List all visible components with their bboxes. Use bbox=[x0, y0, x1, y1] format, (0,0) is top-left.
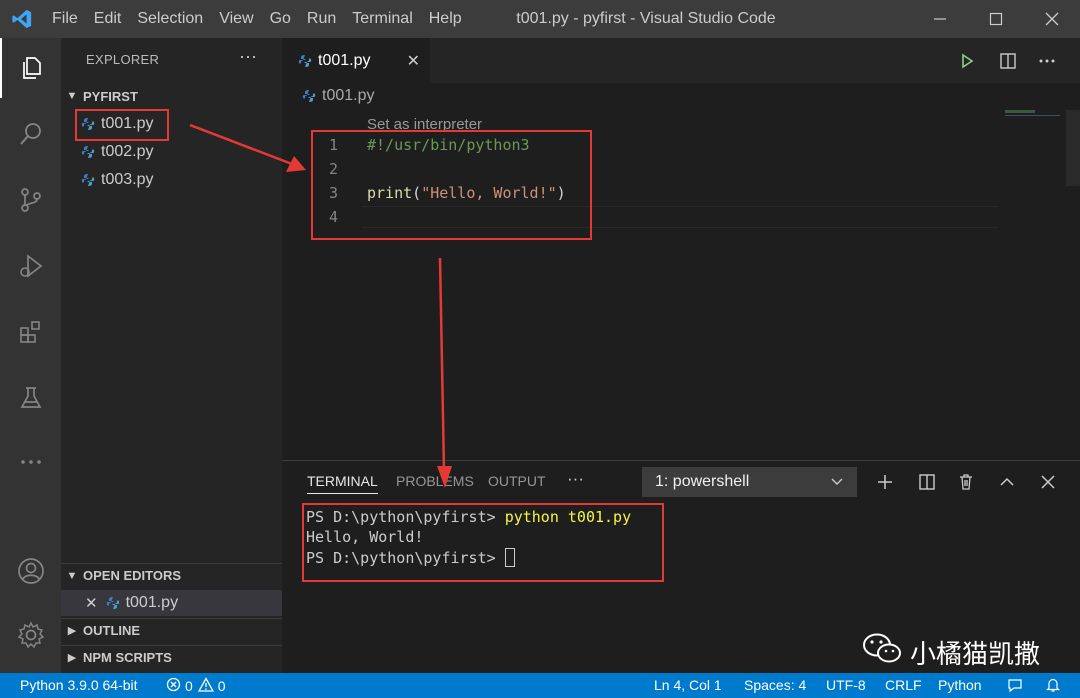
wechat-icon bbox=[862, 632, 902, 673]
outline-title: OUTLINE bbox=[83, 623, 141, 638]
chevron-right-icon: ▶ bbox=[67, 652, 77, 664]
error-count: 0 bbox=[185, 678, 193, 694]
chevron-down-icon: ▼ bbox=[66, 90, 78, 102]
cursor-position-status[interactable]: Ln 4, Col 1 bbox=[654, 677, 722, 693]
annotation-box-code bbox=[311, 130, 592, 240]
vscode-logo-icon bbox=[0, 0, 44, 38]
menu-terminal[interactable]: Terminal bbox=[344, 0, 420, 38]
python-file-icon bbox=[81, 173, 95, 187]
close-icon[interactable]: ✕ bbox=[85, 594, 98, 612]
file-name: t002.py bbox=[101, 143, 154, 160]
chevron-down-icon bbox=[830, 475, 844, 494]
close-panel-icon[interactable] bbox=[1037, 471, 1059, 493]
window-title: t001.py - pyfirst - Visual Studio Code bbox=[516, 10, 776, 27]
python-file-icon bbox=[302, 89, 316, 103]
testing-icon[interactable] bbox=[0, 368, 61, 428]
problems-status[interactable]: 0 0 bbox=[166, 677, 226, 695]
tab-output[interactable]: OUTPUT bbox=[488, 473, 546, 489]
outline-header[interactable]: ▶ OUTLINE bbox=[61, 618, 282, 642]
close-tab-icon[interactable]: ✕ bbox=[407, 51, 420, 71]
menu-bar: File Edit Selection View Go Run Terminal… bbox=[44, 0, 470, 38]
menu-file[interactable]: File bbox=[44, 0, 86, 38]
tab-t001[interactable]: t001.py ✕ bbox=[282, 38, 430, 83]
extensions-icon[interactable] bbox=[0, 302, 61, 362]
tab-problems[interactable]: PROBLEMS bbox=[396, 473, 474, 489]
menu-view[interactable]: View bbox=[211, 0, 261, 38]
more-icon[interactable] bbox=[0, 432, 61, 492]
tab-terminal[interactable]: TERMINAL bbox=[307, 473, 378, 494]
python-file-icon bbox=[106, 596, 120, 610]
close-window-icon[interactable] bbox=[1024, 0, 1080, 38]
annotation-box-terminal bbox=[302, 503, 664, 582]
watermark-text: 小橘猫凯撒 bbox=[910, 639, 1041, 669]
feedback-icon[interactable] bbox=[1007, 677, 1023, 693]
menu-edit[interactable]: Edit bbox=[86, 0, 130, 38]
python-interpreter-status[interactable]: Python 3.9.0 64-bit bbox=[20, 677, 138, 693]
menu-selection[interactable]: Selection bbox=[129, 0, 211, 38]
folder-header-pyfirst[interactable]: ▼ PYFIRST bbox=[61, 84, 282, 108]
window-controls bbox=[912, 0, 1080, 38]
explorer-more-button[interactable]: ··· bbox=[239, 46, 257, 67]
explorer-icon[interactable] bbox=[0, 38, 61, 98]
run-debug-icon[interactable] bbox=[0, 236, 61, 296]
trash-icon[interactable] bbox=[955, 471, 977, 493]
tab-label: t001.py bbox=[318, 51, 371, 69]
minimize-icon[interactable] bbox=[912, 0, 968, 38]
title-bar: File Edit Selection View Go Run Terminal… bbox=[0, 0, 1080, 38]
warning-icon bbox=[197, 677, 214, 695]
encoding-status[interactable]: UTF-8 bbox=[826, 677, 866, 693]
warning-count: 0 bbox=[217, 678, 226, 694]
menu-run[interactable]: Run bbox=[299, 0, 344, 38]
panel-more-button[interactable]: ··· bbox=[567, 469, 584, 489]
npm-scripts-title: NPM SCRIPTS bbox=[83, 650, 172, 665]
open-editors-title: OPEN EDITORS bbox=[83, 568, 182, 583]
watermark: 小橘猫凯撒 bbox=[862, 632, 1040, 673]
file-name: t003.py bbox=[101, 171, 154, 188]
search-icon[interactable] bbox=[0, 104, 61, 164]
open-editor-t001[interactable]: ✕ t001.py bbox=[61, 590, 282, 616]
npm-scripts-header[interactable]: ▶ NPM SCRIPTS bbox=[61, 645, 282, 669]
editor-tab-bar: t001.py ✕ bbox=[282, 38, 1080, 83]
settings-gear-icon[interactable] bbox=[0, 605, 61, 665]
explorer-title: EXPLORER bbox=[86, 52, 160, 67]
breadcrumb-file[interactable]: t001.py bbox=[322, 87, 374, 105]
breadcrumb: t001.py bbox=[302, 87, 374, 105]
file-item-t002[interactable]: t002.py bbox=[61, 139, 282, 165]
python-file-icon bbox=[81, 145, 95, 159]
notifications-bell-icon[interactable] bbox=[1045, 677, 1061, 693]
language-status[interactable]: Python bbox=[938, 677, 982, 693]
editor-more-icon[interactable] bbox=[1035, 50, 1059, 72]
python-file-icon bbox=[298, 54, 312, 68]
scrollbar[interactable] bbox=[1066, 110, 1080, 186]
account-icon[interactable] bbox=[0, 541, 61, 601]
maximize-panel-icon[interactable] bbox=[996, 471, 1018, 493]
open-editors-header[interactable]: ▼ OPEN EDITORS bbox=[61, 563, 282, 587]
chevron-right-icon: ▶ bbox=[67, 625, 77, 637]
file-name: t001.py bbox=[125, 594, 179, 611]
error-icon bbox=[166, 677, 181, 695]
chevron-down-icon: ▼ bbox=[66, 569, 78, 582]
terminal-select[interactable]: 1: powershell bbox=[642, 467, 857, 497]
split-editor-icon[interactable] bbox=[996, 50, 1020, 72]
status-bar: Python 3.9.0 64-bit 0 0 Ln 4, Col 1 Spac… bbox=[0, 673, 1080, 698]
new-terminal-icon[interactable] bbox=[874, 471, 896, 493]
minimap-highlight bbox=[1005, 115, 1060, 116]
source-control-icon[interactable] bbox=[0, 170, 61, 230]
maximize-icon[interactable] bbox=[968, 0, 1024, 38]
minimap[interactable] bbox=[1005, 110, 1035, 113]
annotation-box-file bbox=[75, 109, 169, 141]
run-file-icon[interactable] bbox=[955, 50, 979, 72]
terminal-select-value: 1: powershell bbox=[655, 473, 750, 490]
split-terminal-icon[interactable] bbox=[916, 471, 938, 493]
indentation-status[interactable]: Spaces: 4 bbox=[744, 677, 806, 693]
menu-go[interactable]: Go bbox=[262, 0, 299, 38]
activity-bar bbox=[0, 38, 61, 673]
file-item-t003[interactable]: t003.py bbox=[61, 167, 282, 193]
eol-status[interactable]: CRLF bbox=[885, 677, 922, 693]
folder-name: PYFIRST bbox=[83, 88, 138, 104]
